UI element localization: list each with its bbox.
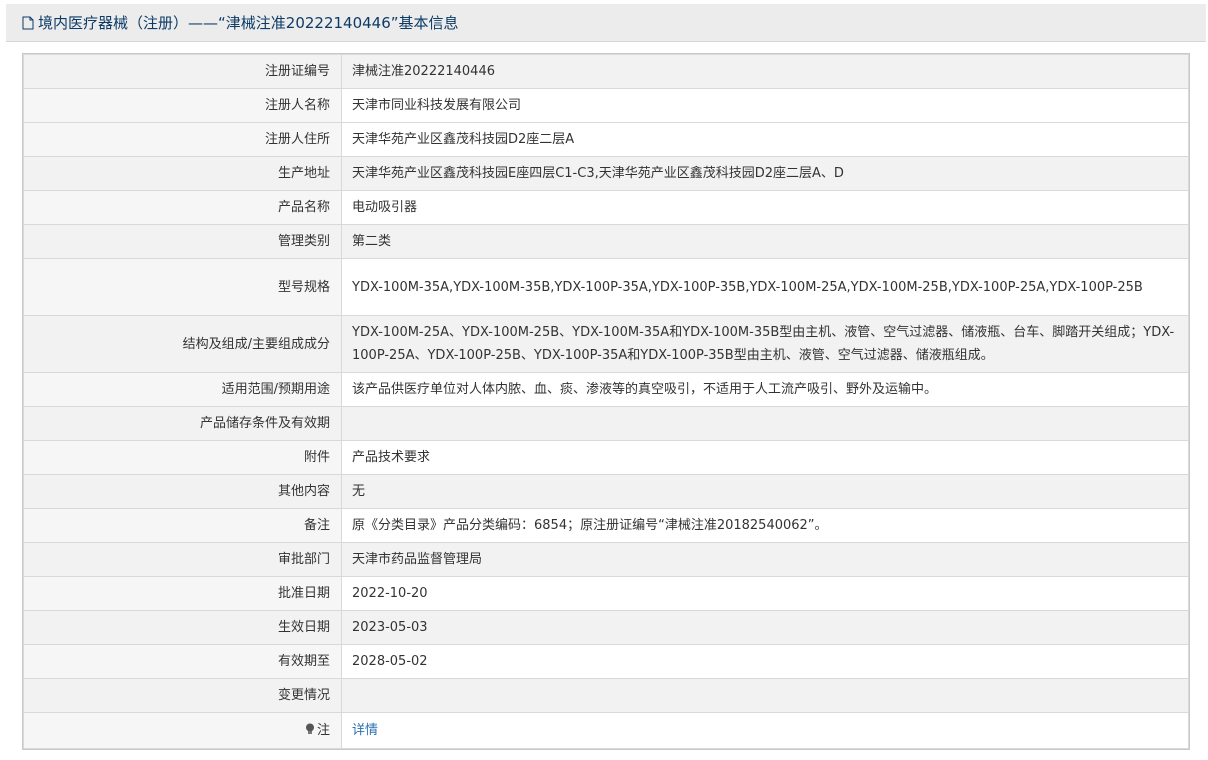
row-value: 2028-05-02	[341, 644, 1189, 679]
row-value: YDX-100M-35A,YDX-100M-35B,YDX-100P-35A,Y…	[341, 258, 1189, 316]
row-label: 管理类别	[23, 224, 342, 259]
row-value: 天津市同业科技发展有限公司	[341, 88, 1189, 123]
row-label: 适用范围/预期用途	[23, 372, 342, 407]
row-label: 注册人名称	[23, 88, 342, 123]
row-label: 审批部门	[23, 542, 342, 577]
table-row: 审批部门 天津市药品监督管理局	[23, 542, 1189, 577]
row-value: 2023-05-03	[341, 610, 1189, 645]
row-value: 无	[341, 474, 1189, 509]
note-label-cell: 注	[23, 712, 342, 749]
table-row: 注册证编号 津械注准20222140446	[23, 54, 1189, 89]
row-label: 有效期至	[23, 644, 342, 679]
row-value: 天津华苑产业区鑫茂科技园E座四层C1-C3,天津华苑产业区鑫茂科技园D2座二层A…	[341, 156, 1189, 191]
row-label: 型号规格	[23, 258, 342, 316]
note-row: 注 详情	[23, 712, 1189, 749]
note-label: 注	[316, 723, 330, 738]
row-value	[341, 406, 1189, 441]
table-row: 产品名称 电动吸引器	[23, 190, 1189, 225]
row-label: 注册人住所	[23, 122, 342, 157]
table-row: 注册人名称 天津市同业科技发展有限公司	[23, 88, 1189, 123]
row-value: 电动吸引器	[341, 190, 1189, 225]
row-label: 产品名称	[23, 190, 342, 225]
page-title: 境内医疗器械（注册）——“津械注准20222140446”基本信息	[38, 14, 459, 32]
table-row: 备注 原《分类目录》产品分类编码：6854；原注册证编号“津械注准2018254…	[23, 508, 1189, 543]
row-value: 第二类	[341, 224, 1189, 259]
table-row: 生产地址 天津华苑产业区鑫茂科技园E座四层C1-C3,天津华苑产业区鑫茂科技园D…	[23, 156, 1189, 191]
document-icon	[22, 16, 34, 29]
table-row: 产品储存条件及有效期	[23, 406, 1189, 441]
table-row: 其他内容 无	[23, 474, 1189, 509]
row-value: 2022-10-20	[341, 576, 1189, 611]
row-value: YDX-100M-25A、YDX-100M-25B、YDX-100M-35A和Y…	[341, 315, 1189, 373]
info-table: 注册证编号 津械注准20222140446 注册人名称 天津市同业科技发展有限公…	[22, 53, 1190, 750]
table-row: 型号规格 YDX-100M-35A,YDX-100M-35B,YDX-100P-…	[23, 258, 1189, 316]
row-label: 变更情况	[23, 678, 342, 713]
row-label: 附件	[23, 440, 342, 475]
note-value: 详情	[341, 712, 1189, 749]
row-value: 产品技术要求	[341, 440, 1189, 475]
row-label: 产品储存条件及有效期	[23, 406, 342, 441]
row-value: 津械注准20222140446	[341, 54, 1189, 89]
table-row: 附件 产品技术要求	[23, 440, 1189, 475]
details-link[interactable]: 详情	[352, 723, 378, 738]
table-row: 变更情况	[23, 678, 1189, 713]
table-row: 有效期至 2028-05-02	[23, 644, 1189, 679]
table-row: 结构及组成/主要组成成分 YDX-100M-25A、YDX-100M-25B、Y…	[23, 315, 1189, 373]
row-label: 结构及组成/主要组成成分	[23, 315, 342, 373]
table-row: 生效日期 2023-05-03	[23, 610, 1189, 645]
table-row: 批准日期 2022-10-20	[23, 576, 1189, 611]
row-label: 生产地址	[23, 156, 342, 191]
row-value: 天津市药品监督管理局	[341, 542, 1189, 577]
row-label: 批准日期	[23, 576, 342, 611]
row-label: 注册证编号	[23, 54, 342, 89]
bulb-icon	[305, 723, 314, 734]
row-label: 其他内容	[23, 474, 342, 509]
row-value: 天津华苑产业区鑫茂科技园D2座二层A	[341, 122, 1189, 157]
page-header: 境内医疗器械（注册）——“津械注准20222140446”基本信息	[6, 4, 1206, 42]
table-row: 管理类别 第二类	[23, 224, 1189, 259]
row-value: 该产品供医疗单位对人体内脓、血、痰、渗液等的真空吸引，不适用于人工流产吸引、野外…	[341, 372, 1189, 407]
row-value: 原《分类目录》产品分类编码：6854；原注册证编号“津械注准2018254006…	[341, 508, 1189, 543]
table-row: 注册人住所 天津华苑产业区鑫茂科技园D2座二层A	[23, 122, 1189, 157]
row-label: 备注	[23, 508, 342, 543]
table-row: 适用范围/预期用途 该产品供医疗单位对人体内脓、血、痰、渗液等的真空吸引，不适用…	[23, 372, 1189, 407]
row-value	[341, 678, 1189, 713]
row-label: 生效日期	[23, 610, 342, 645]
